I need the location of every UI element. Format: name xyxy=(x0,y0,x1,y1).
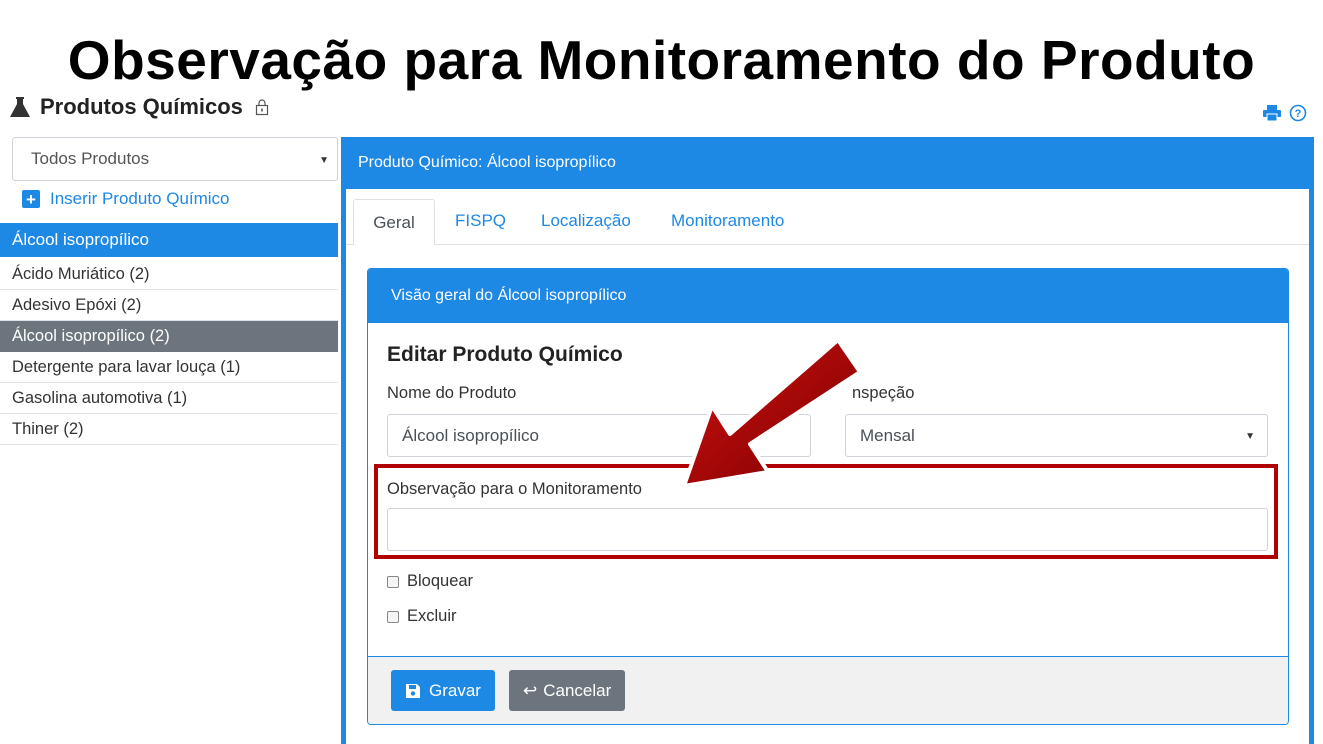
delete-checkbox[interactable] xyxy=(387,610,399,623)
delete-checkbox-row[interactable]: Excluir xyxy=(387,607,457,626)
header-tools: ? xyxy=(1263,104,1307,122)
list-item[interactable]: Gasolina automotiva (1) xyxy=(0,383,338,414)
cancel-label: Cancelar xyxy=(543,680,612,700)
product-filter-value: Todos Produtos xyxy=(31,149,150,168)
product-name-value: Álcool isopropílico xyxy=(402,425,540,445)
add-product-link[interactable]: + Inserir Produto Químico xyxy=(22,189,230,209)
list-item[interactable]: Adesivo Epóxi (2) xyxy=(0,290,338,321)
chevron-down-icon: ▼ xyxy=(319,155,329,166)
tab-monitoramento[interactable]: Monitoramento xyxy=(671,211,784,231)
tab-geral[interactable]: Geral xyxy=(353,199,435,246)
flask-icon xyxy=(10,97,30,117)
tab-localizacao[interactable]: Localização xyxy=(541,211,631,231)
print-icon[interactable] xyxy=(1263,105,1281,121)
product-list: Ácido Muriático (2) Adesivo Epóxi (2) Ál… xyxy=(0,259,338,445)
svg-text:?: ? xyxy=(1295,108,1302,120)
product-name-label: Nome do Produto xyxy=(387,384,517,402)
list-item[interactable]: Thiner (2) xyxy=(0,414,338,445)
block-checkbox[interactable] xyxy=(387,575,399,588)
list-item[interactable]: Ácido Muriático (2) xyxy=(0,259,338,290)
app-header: Produtos Químicos xyxy=(8,92,269,122)
tab-fispq[interactable]: FISPQ xyxy=(455,211,506,231)
plus-icon: + xyxy=(22,190,40,208)
block-label: Bloquear xyxy=(407,572,474,590)
pointer-arrow-icon xyxy=(682,338,862,488)
slide-title: Observação para Monitoramento do Produto xyxy=(67,29,1256,91)
tab-bar: Geral FISPQ Localização Monitoramento xyxy=(346,189,1309,246)
add-product-label: Inserir Produto Químico xyxy=(50,189,230,208)
return-arrow-icon: ↩ xyxy=(523,680,538,700)
product-filter-select[interactable]: Todos Produtos ▼ xyxy=(12,137,338,181)
lock-icon[interactable] xyxy=(255,98,269,116)
card-footer: Gravar ↩ Cancelar xyxy=(368,656,1288,724)
list-item[interactable]: Detergente para lavar louça (1) xyxy=(0,352,338,383)
inspection-select[interactable]: Mensal ▼ xyxy=(845,414,1268,457)
block-checkbox-row[interactable]: Bloquear xyxy=(387,572,473,591)
chevron-down-icon: ▼ xyxy=(1245,431,1255,442)
list-item[interactable]: Álcool isopropílico (2) xyxy=(0,321,338,352)
delete-label: Excluir xyxy=(407,607,457,625)
save-label: Gravar xyxy=(429,680,481,700)
main-title: Produto Químico: Álcool isopropílico xyxy=(358,154,616,171)
cancel-button[interactable]: ↩ Cancelar xyxy=(509,670,626,711)
card-header: Visão geral do Álcool isopropílico xyxy=(368,269,1288,323)
app-title: Produtos Químicos xyxy=(40,94,243,119)
card-title: Editar Produto Químico xyxy=(387,343,623,366)
save-button[interactable]: Gravar xyxy=(391,670,495,711)
selected-product[interactable]: Álcool isopropílico xyxy=(0,223,338,257)
floppy-icon xyxy=(406,683,420,698)
help-icon[interactable]: ? xyxy=(1289,104,1307,122)
